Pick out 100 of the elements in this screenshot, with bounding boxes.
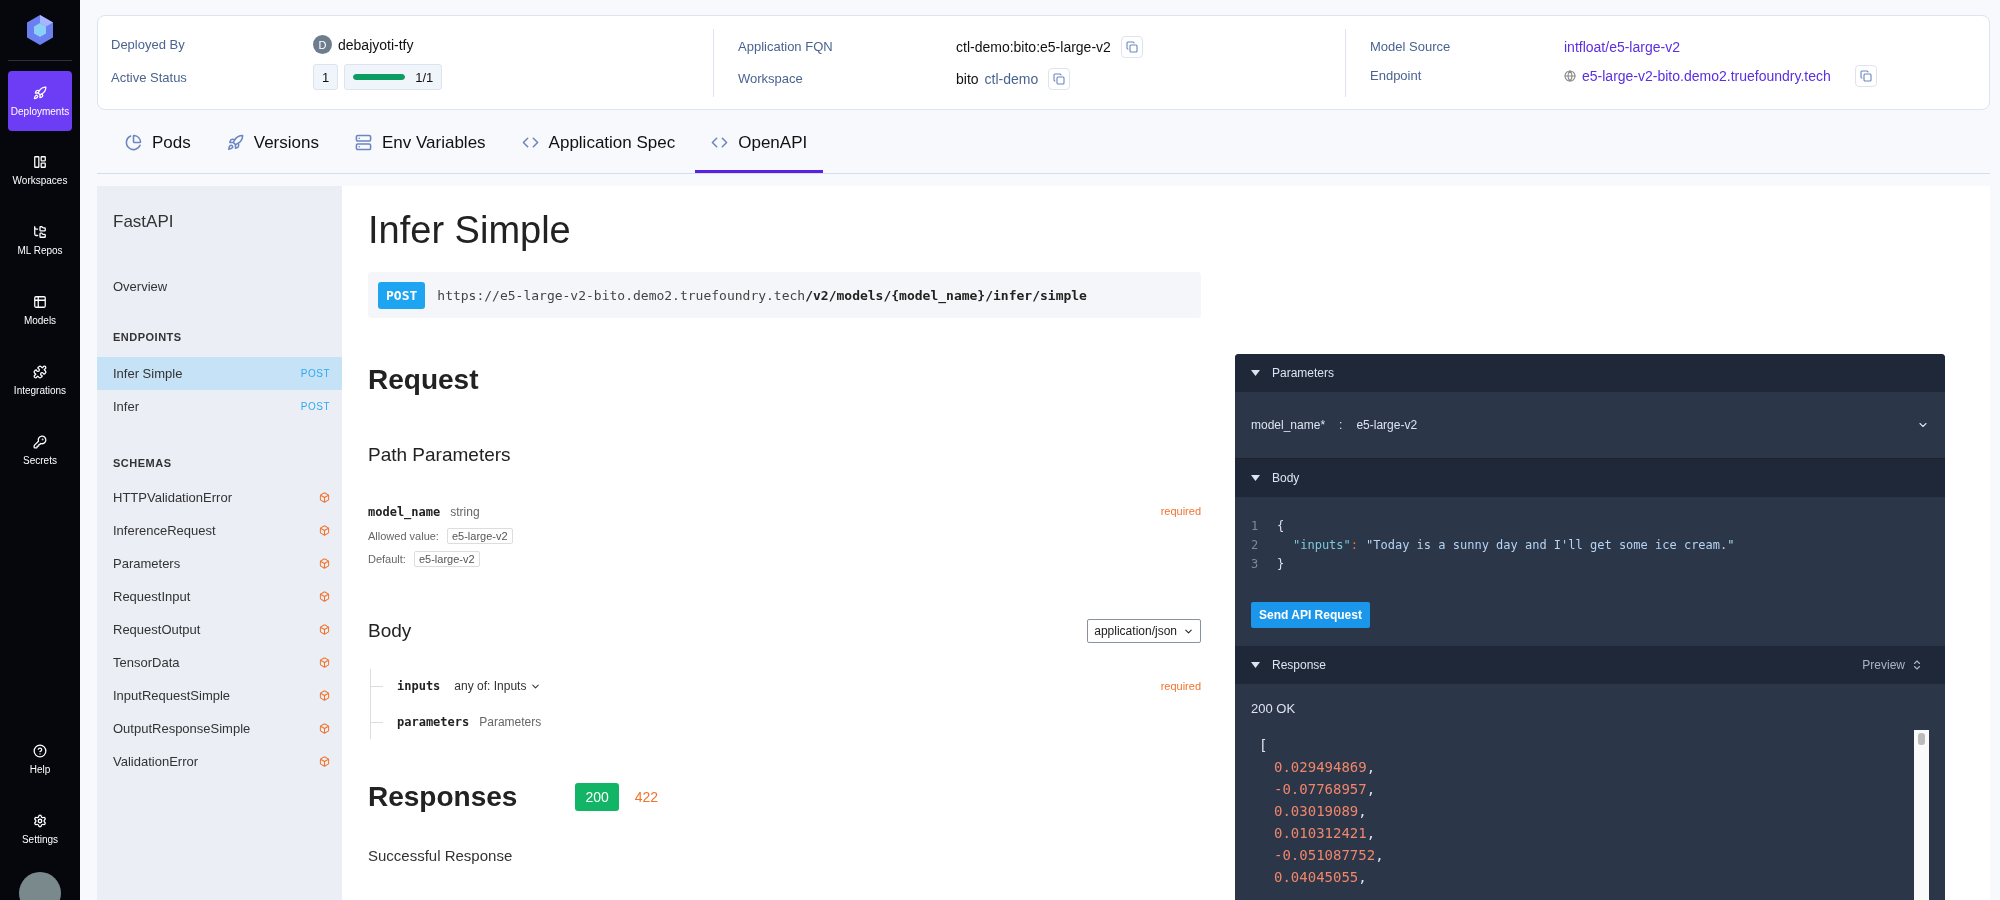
schema-link[interactable]: RequestInput xyxy=(97,580,342,613)
nav-item[interactable]: Integrations xyxy=(8,349,72,411)
schema-link[interactable]: TensorData xyxy=(97,646,342,679)
field-label: Deployed By xyxy=(111,37,186,52)
default-label: Default: xyxy=(368,553,406,565)
schema-link[interactable]: InputRequestSimple xyxy=(97,679,342,712)
endpoint-link[interactable]: e5-large-v2-bito.demo2.truefoundry.tech xyxy=(1582,67,1831,84)
schema-link[interactable]: InferenceRequest xyxy=(97,514,342,547)
replica-count: 1 xyxy=(313,64,339,90)
code-token: , xyxy=(1366,825,1376,841)
field-label: Application FQN xyxy=(738,39,834,54)
scrollbar[interactable] xyxy=(1914,730,1929,900)
code-editor[interactable]: 1 { 2 "inputs": "Today is a sunny day and I'll get some ice cream." 3 } xyxy=(1235,497,1945,574)
response-description: Successful Response xyxy=(368,847,514,864)
endpoint-link[interactable]: Infer Simple POST xyxy=(97,357,342,390)
response-status: 200 OK xyxy=(1250,700,1297,718)
tab[interactable]: OpenAPI xyxy=(695,115,824,173)
content-type-select[interactable]: application/json xyxy=(1087,619,1201,643)
copy-button[interactable] xyxy=(1048,67,1071,90)
panel-title: Response xyxy=(1272,658,1327,672)
model-source-link[interactable]: intfloat/e5-large-v2 xyxy=(1564,38,1680,55)
code-token: : xyxy=(1350,538,1359,552)
panel-title: Body xyxy=(1272,471,1300,485)
line-number: 3 xyxy=(1251,556,1257,573)
schema-link[interactable]: ValidationError xyxy=(97,745,342,778)
cube-icon xyxy=(319,657,330,668)
tab[interactable]: Versions xyxy=(210,115,335,173)
schema-link[interactable]: Parameters xyxy=(97,547,342,580)
field-name: inputs xyxy=(397,679,441,693)
schema-link[interactable]: HTTPValidationError xyxy=(97,481,342,514)
caret-icon xyxy=(1251,662,1260,668)
endpoint-link[interactable]: Infer POST xyxy=(97,390,342,423)
nav-item[interactable]: Help xyxy=(8,728,72,790)
preview-select[interactable]: Preview xyxy=(1856,653,1929,677)
key-icon xyxy=(33,434,47,449)
required-label: required xyxy=(1160,505,1201,517)
tab[interactable]: Pods xyxy=(109,115,207,173)
number-value: 0.04045055 xyxy=(1274,869,1359,885)
help-icon xyxy=(33,743,47,758)
grid-icon xyxy=(33,294,47,309)
value-tag: e5-large-v2 xyxy=(446,528,513,544)
puzzle-icon xyxy=(33,364,47,379)
api-title: FastAPI xyxy=(112,212,175,232)
number-value: -0.051087752 xyxy=(1274,847,1376,863)
copy-button[interactable] xyxy=(1854,64,1877,87)
field-label: Workspace xyxy=(738,71,804,86)
tab[interactable]: Env Variables xyxy=(338,115,502,173)
field-value: bito xyxy=(956,70,979,87)
nav-item[interactable]: Workspaces xyxy=(8,139,72,201)
cube-icon xyxy=(319,756,330,767)
cube-icon xyxy=(319,624,330,635)
section-heading: SCHEMAS xyxy=(112,457,173,469)
allowed-label: Allowed value: xyxy=(368,530,439,542)
nav-item[interactable]: Settings xyxy=(8,798,72,860)
required-label: required xyxy=(1160,680,1201,692)
overview-link[interactable]: Overview xyxy=(97,270,342,303)
line-number: 1 xyxy=(1251,518,1257,535)
type-toggle[interactable]: any of: Inputs xyxy=(454,679,542,693)
schema-link[interactable]: RequestOutput xyxy=(97,613,342,646)
number-value: 0.010312421 xyxy=(1274,825,1367,841)
caret-icon xyxy=(1251,475,1260,481)
nav-item[interactable]: ML Repos xyxy=(8,209,72,271)
nav-item[interactable]: Models xyxy=(8,279,72,341)
tab[interactable]: Application Spec xyxy=(505,115,692,173)
globe-icon xyxy=(1564,69,1576,82)
copy-icon xyxy=(1859,69,1872,82)
endpoint-url: https://e5-large-v2-bito.demo2.truefoundry.tech/v2/models/{model_name}/infer/simple xyxy=(437,287,1087,303)
param-name: model_name* xyxy=(1251,418,1326,432)
field-label: Model Source xyxy=(1370,39,1452,54)
copy-button[interactable] xyxy=(1120,35,1143,58)
copy-icon xyxy=(1053,72,1066,85)
logo-icon[interactable] xyxy=(25,14,55,46)
value-tag: e5-large-v2 xyxy=(413,551,480,567)
number-value: 0.029494869 xyxy=(1274,759,1367,775)
code-icon xyxy=(711,134,729,151)
param-type: string xyxy=(450,505,480,519)
cube-icon xyxy=(319,558,330,569)
field-type: Parameters xyxy=(479,715,542,729)
code-icon xyxy=(521,134,539,151)
section-heading: Path Parameters xyxy=(368,444,512,466)
field-label: Active Status xyxy=(111,69,188,85)
section-heading: ENDPOINTS xyxy=(112,331,183,343)
field-name: parameters xyxy=(397,715,470,729)
operation-title: Infer Simple xyxy=(368,209,572,252)
cube-icon xyxy=(319,525,330,536)
nav-item[interactable]: Secrets xyxy=(8,419,72,481)
schema-link[interactable]: OutputResponseSimple xyxy=(97,712,342,745)
cube-icon xyxy=(319,723,330,734)
workspace-link[interactable]: ctl-demo xyxy=(984,70,1039,87)
code-token: } xyxy=(1277,557,1285,571)
method-label: POST xyxy=(300,401,330,412)
nav-item[interactable]: Deployments xyxy=(8,71,72,131)
number-value: 0.03019089 xyxy=(1274,803,1359,819)
code-token: , xyxy=(1366,759,1376,775)
caret-icon xyxy=(1251,370,1260,376)
rocket-icon xyxy=(226,134,244,151)
param-select[interactable]: e5-large-v2 xyxy=(1356,418,1929,432)
code-token: , xyxy=(1366,781,1376,797)
settings-icon xyxy=(33,813,47,828)
field-value: debajyoti-tfy xyxy=(338,36,414,53)
